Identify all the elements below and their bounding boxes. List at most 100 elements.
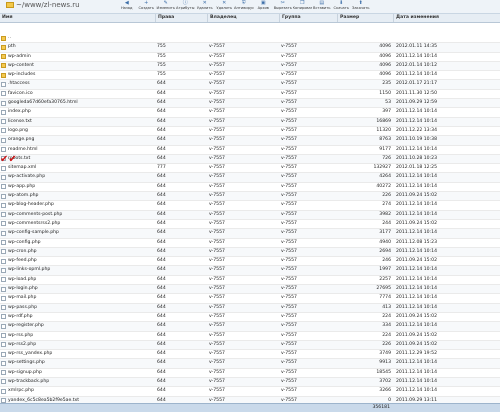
file-row[interactable]: wp-rss_yandex.php 644 v-7557 v-7557 3749 2011… <box>0 350 500 360</box>
column-name[interactable]: Имя <box>0 14 155 22</box>
toolbar-button-10[interactable]: ▤ Вставить <box>312 0 332 13</box>
toolbar-button-9[interactable]: ❐Копировать <box>293 0 313 13</box>
toolbar-button-4[interactable]: ✕ Удалить <box>195 0 215 13</box>
cell-owner: v-7557 <box>209 53 225 59</box>
file-row[interactable]: wp-rss.php 644 v-7557 v-7557 224 2011.09.24 1… <box>0 332 500 341</box>
file-row[interactable]: wp-links-opml.php 644 v-7557 v-7557 1997 2011… <box>0 266 500 276</box>
cell-group: v-7557 <box>281 295 297 301</box>
file-row[interactable]: wp-register.php 644 v-7557 v-7557 334 2011.12… <box>0 322 500 332</box>
file-row[interactable]: wp-config-sample.php 644 v-7557 v-7557 3177 2… <box>0 229 500 239</box>
cell-name: robots.txt <box>8 155 31 161</box>
toolbar-button-3[interactable]: ⓘ Атрибуты <box>176 0 196 13</box>
file-row[interactable]: readme.html 644 v-7557 v-7557 9177 2011.12.14… <box>0 146 500 155</box>
toolbar-button-5[interactable]: ✕ Удалить <box>215 0 235 13</box>
toolbar-button-6[interactable]: ⛨ Антивирус <box>234 0 254 13</box>
column-size[interactable]: Размер <box>337 14 393 22</box>
toolbar-label: Вырезать <box>273 6 292 10</box>
file-row[interactable]: wp-cron.php 644 v-7557 v-7557 2694 2011.12.14… <box>0 247 500 258</box>
file-icon <box>1 165 6 171</box>
file-row[interactable]: wp-login.php 644 v-7557 v-7557 27695 2011.12.… <box>0 285 500 295</box>
file-row[interactable]: wp-signup.php 644 v-7557 v-7557 18545 2011.12… <box>0 369 500 378</box>
cell-date: 2011.12.14 10:14 <box>396 146 438 152</box>
cell-name: .htaccess <box>8 81 30 87</box>
cell-name: wp-register.php <box>8 323 44 329</box>
file-row[interactable]: wp-feed.php 644 v-7557 v-7557 246 2011.09.24 … <box>0 257 500 267</box>
file-row[interactable]: wp-app.php 644 v-7557 v-7557 40272 2011.12.14… <box>0 183 500 193</box>
file-row[interactable]: wp-comments-post.php 644 v-7557 v-7557 3982 2… <box>0 210 500 220</box>
cell-owner: v-7557 <box>209 304 225 310</box>
cell-size: 3749 <box>379 351 391 357</box>
cell-group: v-7557 <box>281 258 297 264</box>
file-row[interactable]: robots.txt 644 v-7557 v-7557 726 2011.10.28 1… <box>0 154 500 165</box>
toolbar-button-0[interactable]: ◀ Назад <box>117 0 137 13</box>
cell-name: wp-signup.php <box>8 369 42 375</box>
file-row[interactable]: wp-trackback.php 644 v-7557 v-7557 3702 2011.… <box>0 377 500 388</box>
toolbar-button-11[interactable]: ⬇ Скачать <box>332 0 352 13</box>
cell-date: 2011.10.19 10:38 <box>396 137 438 143</box>
toolbar-button-7[interactable]: ▣ Архив <box>254 0 274 13</box>
cell-size: 1150 <box>379 90 391 96</box>
file-row[interactable]: wp-config.php 644 v-7557 v-7557 4940 2011.12.… <box>0 239 500 248</box>
file-row[interactable]: logo.png 644 v-7557 v-7557 11320 2011.12.22 1… <box>0 127 500 137</box>
toolbar-label: Антивирус <box>234 6 254 10</box>
cell-group: v-7557 <box>281 81 297 87</box>
file-row[interactable]: xmlrpc.php 644 v-7557 v-7557 3266 2011.12.14 … <box>0 387 500 397</box>
file-row[interactable]: sitemap.xml 777 v-7557 v-7557 132927 2012.01.… <box>0 164 500 174</box>
cell-size: 3266 <box>379 388 391 394</box>
cell-date: 2011.09.29 12:59 <box>396 100 438 106</box>
cell-size: 2694 <box>379 248 391 254</box>
address-path[interactable]: ~/www/zl-news.ru <box>6 0 80 10</box>
file-icon <box>1 360 6 366</box>
cell-group: v-7557 <box>281 230 297 236</box>
cell-size: 334 <box>382 323 391 329</box>
file-row[interactable]: wp-rss2.php 644 v-7557 v-7557 226 2011.09.24 … <box>0 340 500 351</box>
column-modified[interactable]: Дата изменения <box>393 14 500 22</box>
cell-owner: v-7557 <box>209 351 225 357</box>
toolbar-button-12[interactable]: ⬆ Закачать <box>351 0 371 13</box>
cell-date: 2012.01.14 10:12 <box>396 62 438 68</box>
toolbar-label: Закачать <box>352 6 370 10</box>
cell-name: wp-app.php <box>8 183 36 189</box>
cell-owner: v-7557 <box>209 193 225 199</box>
file-row[interactable]: index.php 644 v-7557 v-7557 397 2011.12.14 10… <box>0 108 500 118</box>
cell-size <box>337 34 391 42</box>
column-permissions[interactable]: Права <box>155 14 207 22</box>
file-row[interactable]: pth 755 v-7557 v-7557 4096 2012.01.11 14:35 <box>0 43 500 53</box>
cell-perm: 644 <box>157 323 166 329</box>
file-row[interactable]: .. <box>0 34 500 44</box>
cell-name: wp-pass.php <box>8 304 38 310</box>
file-row[interactable]: license.txt 644 v-7557 v-7557 16869 2011.12.1… <box>0 117 500 127</box>
file-row[interactable]: wp-atom.php 644 v-7557 v-7557 226 2011.09.24 … <box>0 192 500 202</box>
file-row[interactable]: favicon.ico 644 v-7557 v-7557 1150 2011.11.30… <box>0 90 500 100</box>
cell-size: 18545 <box>376 369 391 375</box>
toolbar-label: Удалить <box>196 6 213 10</box>
cell-name: wp-cron.php <box>8 248 37 254</box>
file-row[interactable]: wp-includes 755 v-7557 v-7557 4096 2011.12.14… <box>0 71 500 81</box>
cell-group: v-7557 <box>281 332 297 338</box>
cell-size: 4096 <box>379 53 391 59</box>
file-icon <box>1 193 6 199</box>
file-row[interactable]: wp-admin 755 v-7557 v-7557 4096 2011.12.14 10… <box>0 53 500 62</box>
column-owner[interactable]: Владелец <box>207 14 279 22</box>
file-row[interactable]: wp-commentsrss2.php 644 v-7557 v-7557 244 201… <box>0 220 500 230</box>
file-row[interactable]: wp-blog-header.php 644 v-7557 v-7557 274 2011… <box>0 201 500 211</box>
file-row[interactable]: .htaccess 644 v-7557 v-7557 235 2012.01.17 21… <box>0 80 500 90</box>
file-row[interactable]: wp-content 755 v-7557 v-7557 4096 2012.01.14 … <box>0 61 500 72</box>
file-row[interactable]: orange.png 644 v-7557 v-7557 8763 2011.10.19 … <box>0 136 500 146</box>
toolbar-button-1[interactable]: + Создать <box>137 0 157 13</box>
column-group[interactable]: Группа <box>279 14 337 22</box>
toolbar-button-8[interactable]: ✂ Вырезать <box>273 0 293 13</box>
file-row[interactable]: wp-mail.php 644 v-7557 v-7557 7774 2011.12.14… <box>0 294 500 304</box>
file-row[interactable]: googleda67d60efa30765.html 644 v-7557 v-755… <box>0 99 500 109</box>
file-row[interactable]: wp-settings.php 644 v-7557 v-7557 9913 2011.1… <box>0 359 500 369</box>
file-icon <box>1 109 6 115</box>
cell-owner: v-7557 <box>209 323 225 329</box>
cell-perm: 644 <box>157 100 166 106</box>
cell-group: v-7557 <box>281 211 297 217</box>
file-icon <box>1 184 6 190</box>
file-row[interactable]: wp-load.php 644 v-7557 v-7557 2257 2011.12.14… <box>0 276 500 286</box>
file-row[interactable]: wp-pass.php 644 v-7557 v-7557 413 2011.12.14 … <box>0 303 500 313</box>
file-row[interactable]: wp-rdf.php 644 v-7557 v-7557 224 2011.09.24 1… <box>0 313 500 323</box>
toolbar-button-2[interactable]: ✎ Изменить <box>156 0 176 13</box>
file-row[interactable]: wp-activate.php 644 v-7557 v-7557 4264 2011.1… <box>0 173 500 183</box>
